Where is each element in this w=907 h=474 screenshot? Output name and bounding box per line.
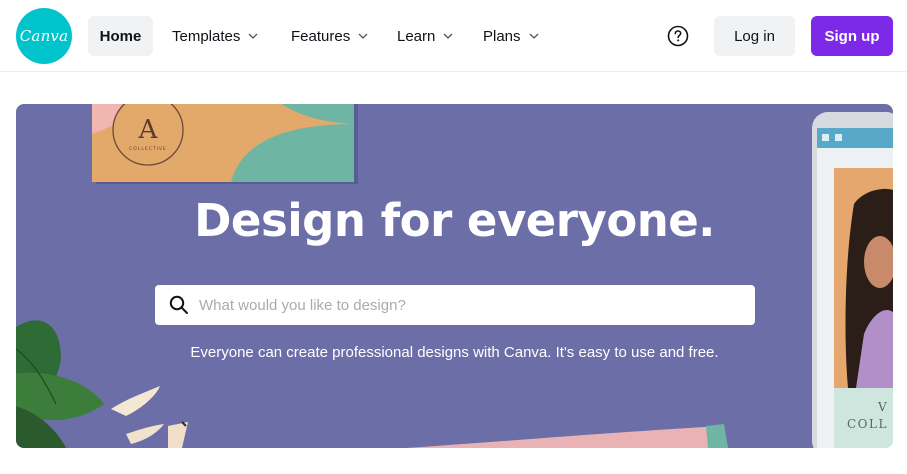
nav-home-label: Home [99,27,142,45]
nav-plans[interactable]: Plans [483,16,540,56]
leaf-illustration [16,320,104,448]
top-navigation-bar: Canva Home Templates Features Learn Plan… [0,0,907,72]
nav-templates[interactable]: Templates [172,16,259,56]
hero-banner: A COLLECTIVE V COLL Design for everyone.… [16,104,893,448]
nav-features[interactable]: Features [291,16,369,56]
phone-text-2: COLL [847,417,888,431]
signup-label: Sign up [824,27,880,45]
card-monogram: A [138,115,159,145]
search-input[interactable] [199,296,719,314]
phone-text-1: V [877,400,888,414]
signup-button[interactable]: Sign up [811,16,893,56]
paper-illustration [406,424,728,448]
phone-illustration: V COLL [812,112,893,448]
logo-text: Canva [19,27,69,45]
nav-plans-label: Plans [483,27,521,45]
search-icon [169,295,188,314]
chevron-down-icon [247,30,259,42]
nav-features-label: Features [291,27,351,45]
chevron-down-icon [528,30,540,42]
hero-title: Design for everyone. [194,194,715,247]
design-search-box[interactable] [155,285,755,325]
question-circle-icon[interactable] [667,25,689,47]
login-label: Log in [734,27,775,45]
chevron-down-icon [357,30,369,42]
hero-subtitle: Everyone can create professional designs… [190,344,719,361]
login-button[interactable]: Log in [714,16,795,56]
chevron-down-icon [442,30,454,42]
hero-background-illustration: A COLLECTIVE V COLL [16,104,893,448]
nav-home[interactable]: Home [88,16,153,56]
nav-learn-label: Learn [397,27,436,45]
business-card-illustration: A COLLECTIVE [92,104,358,184]
card-subtext: COLLECTIVE [129,146,167,152]
wood-shavings-illustration [111,386,188,448]
nav-learn[interactable]: Learn [397,16,454,56]
canva-logo[interactable]: Canva [16,8,72,64]
nav-templates-label: Templates [172,27,241,45]
